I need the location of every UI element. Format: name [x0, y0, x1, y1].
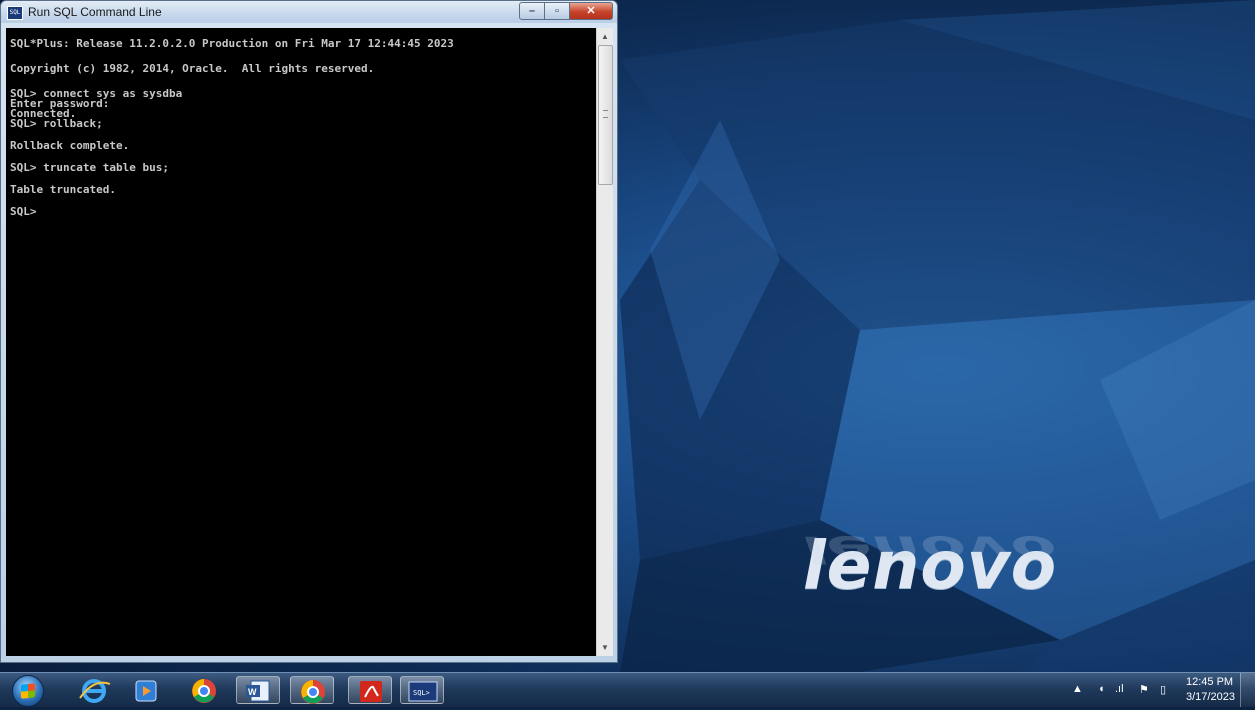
svg-text:W: W — [248, 687, 257, 697]
taskbar-item-acrobat[interactable] — [348, 676, 392, 704]
maximize-button[interactable]: ▫ — [544, 2, 570, 20]
taskbar-item-media-player[interactable] — [124, 676, 168, 704]
sql-command-line-icon: SQL> — [408, 681, 438, 702]
taskbar-item-sql-command-line[interactable]: SQL> — [400, 676, 444, 704]
show-hidden-icons-icon[interactable]: ▲ — [1072, 683, 1083, 695]
minimize-button[interactable]: – — [519, 2, 545, 20]
clock-time[interactable]: 12:45 PM — [1186, 676, 1233, 688]
scroll-down-arrow-icon[interactable]: ▼ — [597, 639, 613, 656]
window-titlebar[interactable]: SQL Run SQL Command Line – ▫ ✕ — [1, 1, 617, 23]
taskbar-item-chrome[interactable] — [182, 676, 226, 704]
clock-date[interactable]: 3/17/2023 — [1186, 691, 1235, 703]
scroll-thumb[interactable] — [598, 45, 613, 185]
battery-icon[interactable]: ▯ — [1160, 683, 1166, 696]
internet-explorer-icon — [79, 679, 111, 703]
console-line: Table truncated. — [10, 183, 116, 196]
taskbar-item-chrome-2[interactable] — [290, 676, 334, 704]
start-button[interactable] — [12, 675, 44, 707]
console-prompt[interactable]: SQL> — [10, 206, 37, 218]
chrome-icon — [301, 680, 325, 704]
acrobat-icon — [360, 681, 382, 702]
console-output[interactable]: SQL*Plus: Release 11.2.0.2.0 Production … — [6, 28, 596, 656]
console-line: SQL> rollback; — [10, 117, 103, 130]
console-line: Copyright (c) 1982, 2014, Oracle. All ri… — [10, 62, 375, 75]
console-line: SQL*Plus: Release 11.2.0.2.0 Production … — [10, 37, 454, 50]
lenovo-logo-reflection: lenovo — [803, 527, 1058, 570]
network-signal-icon[interactable]: .ıl — [1115, 683, 1124, 695]
chrome-icon — [192, 679, 216, 703]
sql-taskbar-label: SQL> — [413, 689, 430, 697]
console-line: Rollback complete. — [10, 139, 130, 152]
action-center-flag-icon[interactable]: ⚑ — [1139, 683, 1149, 696]
media-player-icon — [135, 680, 157, 702]
show-desktop-button[interactable] — [1240, 673, 1255, 707]
taskbar-item-internet-explorer[interactable] — [72, 676, 116, 704]
word-icon: W — [246, 680, 270, 702]
sql-command-line-window[interactable]: SQL Run SQL Command Line – ▫ ✕ SQL*Plus:… — [0, 0, 618, 663]
sql-app-icon: SQL — [7, 6, 23, 20]
vertical-scrollbar[interactable]: ▲ ▼ — [596, 28, 613, 656]
close-button[interactable]: ✕ — [569, 2, 613, 20]
window-title: Run SQL Command Line — [28, 5, 162, 19]
scroll-up-arrow-icon[interactable]: ▲ — [597, 28, 613, 45]
windows-logo-icon — [21, 683, 35, 699]
console-line: SQL> truncate table bus; — [10, 161, 169, 174]
volume-icon[interactable]: ◖ — [1098, 683, 1105, 695]
taskbar: W SQL> ▲ ◖ .ıl ⚑ ▯ 12:45 PM 3/17/2023 — [0, 672, 1255, 707]
grip-icon — [603, 110, 608, 118]
taskbar-item-word[interactable]: W — [236, 676, 280, 704]
